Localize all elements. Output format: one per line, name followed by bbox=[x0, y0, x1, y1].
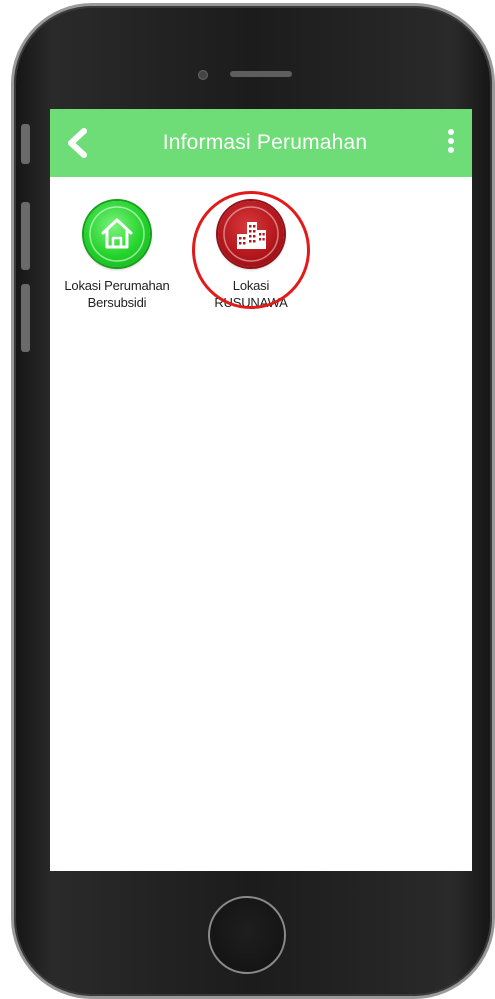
page-title: Informasi Perumahan bbox=[162, 131, 368, 154]
overflow-menu-button[interactable] bbox=[446, 129, 456, 159]
menu-item-label: Lokasi Perumahan Bersubsidi bbox=[64, 278, 170, 310]
volume-up-button bbox=[21, 202, 30, 270]
house-icon bbox=[84, 201, 150, 267]
app-bar: Informasi Perumahan bbox=[50, 109, 472, 177]
buildings-icon bbox=[218, 201, 284, 267]
more-dot bbox=[448, 147, 454, 153]
more-dot bbox=[448, 138, 454, 144]
menu-item-label: Lokasi RUSUNAWA bbox=[214, 278, 288, 310]
buildings-glyph bbox=[223, 206, 279, 262]
earpiece-speaker bbox=[230, 71, 292, 77]
house-glyph bbox=[89, 206, 145, 262]
volume-down-button bbox=[21, 284, 30, 352]
mute-switch bbox=[21, 124, 30, 164]
home-button[interactable] bbox=[208, 896, 286, 974]
more-vertical-icon bbox=[448, 129, 454, 135]
menu-item-perumahan-bersubsidi[interactable]: Lokasi Perumahan Bersubsidi bbox=[52, 201, 182, 311]
menu-item-rusunawa[interactable]: Lokasi RUSUNAWA bbox=[186, 201, 316, 311]
app-screen: Informasi Perumahan Lokasi Perumahan Ber… bbox=[50, 109, 472, 871]
front-camera bbox=[198, 70, 208, 80]
